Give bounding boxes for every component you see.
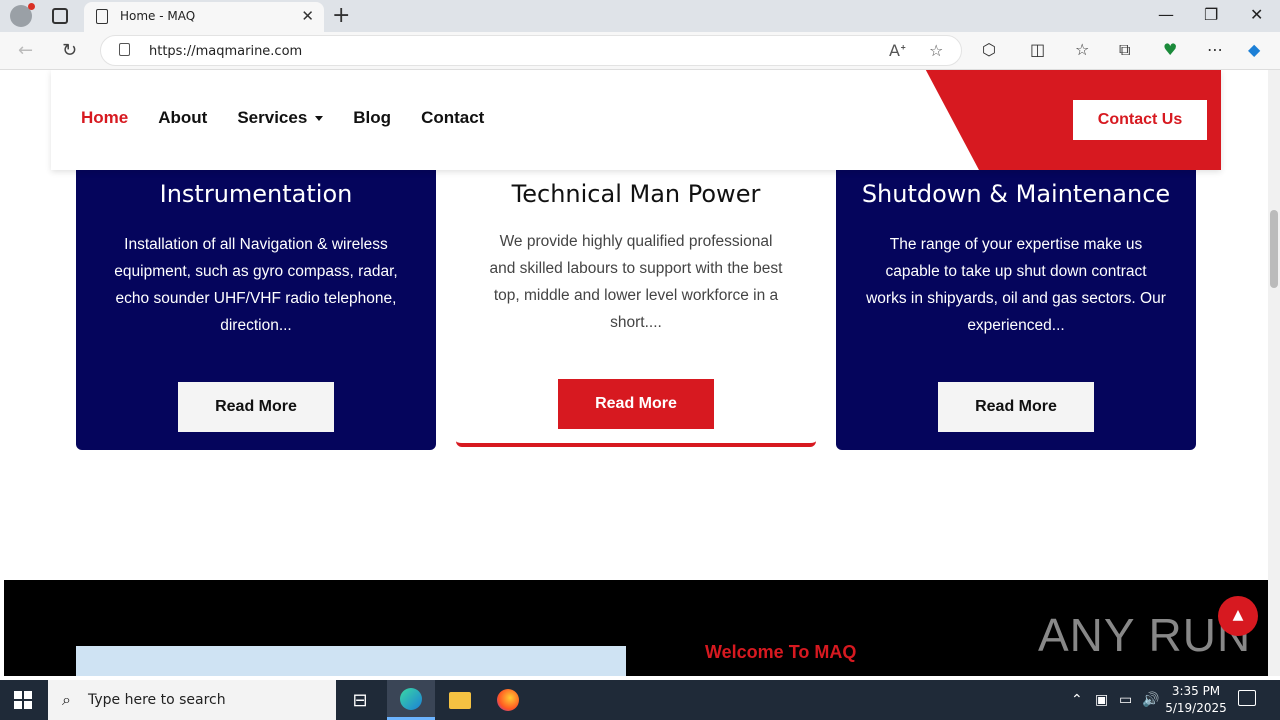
read-more-button[interactable]: Read More (938, 382, 1094, 432)
close-icon[interactable]: ✕ (301, 7, 314, 25)
new-tab-icon[interactable]: + (332, 3, 350, 28)
minimize-icon[interactable]: — (1158, 5, 1174, 24)
more-icon[interactable]: ⋯ (1207, 40, 1223, 59)
contact-us-button[interactable]: Contact Us (1073, 100, 1207, 140)
card-title: Shutdown & Maintenance (861, 180, 1171, 208)
network-icon[interactable]: ▭ (1119, 692, 1132, 708)
chevron-up-icon: ▲ (1232, 607, 1244, 623)
lock-icon[interactable] (119, 43, 130, 56)
nav-about[interactable]: About (158, 108, 207, 128)
task-view-icon[interactable]: ⊟ (336, 680, 384, 720)
card-description: Installation of all Navigation & wireles… (114, 236, 398, 334)
back-icon[interactable]: ← (18, 40, 33, 61)
url-field[interactable]: https://maqmarine.com Aᐩ ☆ (100, 35, 962, 66)
welcome-heading: Welcome To MAQ (705, 642, 857, 662)
firefox-icon[interactable] (484, 680, 532, 720)
chevron-down-icon (315, 116, 324, 122)
read-more-button[interactable]: Read More (558, 379, 714, 429)
search-placeholder: Type here to search (88, 692, 226, 708)
show-hidden-icons-icon[interactable]: ⌃ (1071, 692, 1083, 708)
taskbar-search[interactable]: ⌕ Type here to search (48, 680, 336, 720)
clock-date: 5/19/2025 (1165, 701, 1227, 715)
tab-title: Home - MAQ (120, 9, 196, 23)
copilot-icon[interactable]: ◆ (1248, 40, 1260, 59)
url-text[interactable]: https://maqmarine.com (149, 44, 302, 59)
notifications-icon[interactable] (1238, 690, 1256, 706)
extensions-icon[interactable]: ⬡ (982, 40, 996, 59)
scroll-to-top-button[interactable]: ▲ (1218, 596, 1258, 636)
taskbar-clock[interactable]: 3:35 PM 5/19/2025 (1160, 683, 1232, 717)
clock-time: 3:35 PM (1171, 684, 1221, 698)
page-icon (96, 9, 108, 24)
card-description: We provide highly qualified professional… (489, 233, 783, 331)
card-description: The range of your expertise make us capa… (866, 236, 1166, 334)
window-close-icon[interactable]: ✕ (1250, 5, 1263, 24)
service-card-shutdown: Shutdown & Maintenance The range of your… (836, 130, 1196, 450)
nav-services[interactable]: Services (237, 108, 324, 128)
collections-icon[interactable]: ⧉ (1119, 40, 1130, 60)
service-card-instrumentation: Instrumentation Installation of all Navi… (76, 130, 436, 450)
nav-home[interactable]: Home (81, 108, 128, 128)
performance-icon[interactable]: ♥ (1163, 40, 1177, 59)
nav-contact[interactable]: Contact (421, 108, 484, 128)
tab-actions-icon[interactable] (52, 8, 68, 24)
file-explorer-icon[interactable] (436, 680, 484, 720)
main-nav: Home About Services Blog Contact (81, 108, 484, 128)
card-title: Technical Man Power (511, 180, 761, 208)
meet-now-icon[interactable]: ▣ (1095, 692, 1108, 708)
windows-taskbar: ⌕ Type here to search ⊟ ⌃ ▣ ▭ 🔊 3:35 PM … (0, 680, 1280, 720)
favorites-icon[interactable]: ☆ (1075, 40, 1089, 59)
about-section: Welcome To MAQ ANY RUN (4, 580, 1268, 676)
read-aloud-icon[interactable]: Aᐩ (889, 41, 906, 60)
card-title: Instrumentation (159, 180, 353, 208)
windows-start-icon[interactable] (14, 691, 32, 709)
nav-services-label: Services (237, 108, 308, 127)
browser-tab[interactable]: Home - MAQ ✕ (84, 2, 324, 32)
edge-taskbar-icon[interactable] (387, 680, 435, 720)
browser-tab-bar: Home - MAQ ✕ + — ❐ ✕ (0, 0, 1280, 32)
service-card-manpower: Technical Man Power We provide highly qu… (456, 130, 816, 447)
scrollbar-thumb[interactable] (1270, 210, 1278, 288)
nav-blog[interactable]: Blog (353, 108, 391, 128)
read-more-button[interactable]: Read More (178, 382, 334, 432)
volume-icon[interactable]: 🔊 (1142, 692, 1159, 708)
page-scrollbar[interactable] (1268, 70, 1280, 676)
profile-icon[interactable] (10, 3, 35, 27)
web-page: Home About Services Blog Contact Contact… (0, 70, 1268, 676)
site-header: Home About Services Blog Contact Contact… (51, 70, 1221, 170)
about-image (76, 646, 626, 676)
refresh-icon[interactable]: ↻ (62, 40, 77, 61)
favorite-icon[interactable]: ☆ (929, 41, 943, 60)
search-icon: ⌕ (62, 690, 71, 709)
split-screen-icon[interactable]: ◫ (1030, 40, 1045, 59)
restore-icon[interactable]: ❐ (1204, 5, 1218, 24)
